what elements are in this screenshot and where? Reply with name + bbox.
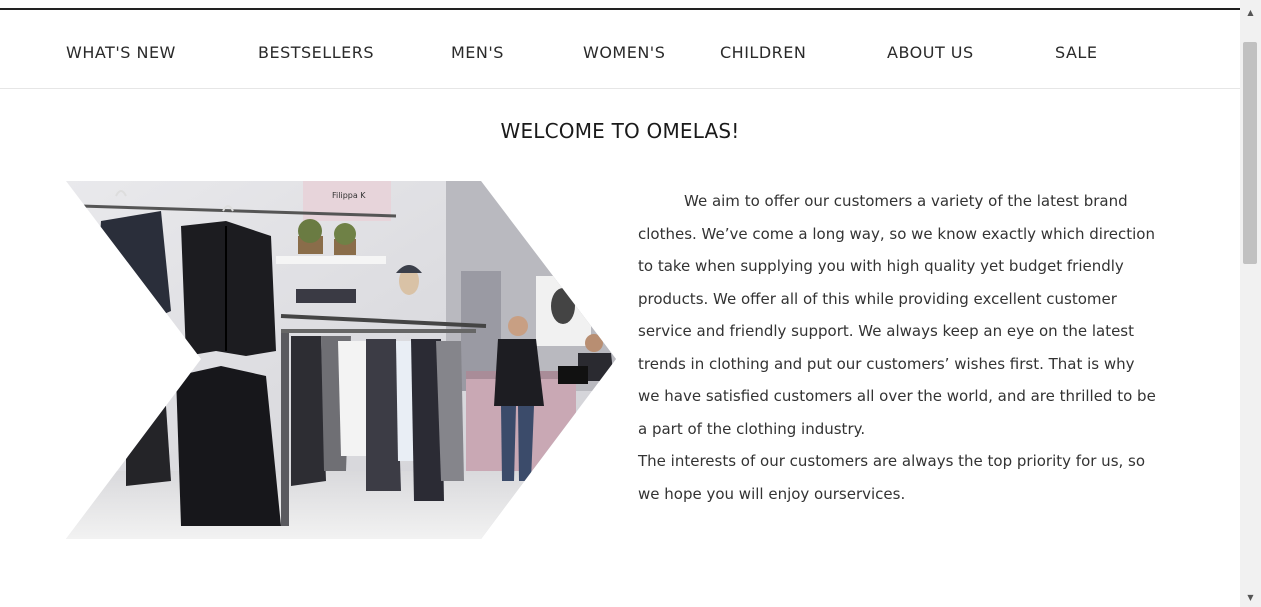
nav-bestsellers[interactable]: BESTSELLERS	[258, 43, 374, 62]
nav-whats-new[interactable]: WHAT'S NEW	[66, 43, 176, 62]
nav-sale[interactable]: SALE	[1055, 43, 1097, 62]
nav-about-us[interactable]: ABOUT US	[887, 43, 974, 62]
welcome-paragraph-1: We aim to offer our customers a variety …	[638, 192, 1156, 438]
store-sign-text: Filippa K	[332, 191, 366, 200]
vertical-scrollbar[interactable]: ▲ ▼	[1240, 0, 1261, 607]
store-image: Filippa K	[66, 181, 616, 539]
triangle-up-icon[interactable]: ▲	[1240, 8, 1261, 22]
main-navigation: WHAT'S NEW BESTSELLERS MEN'S WOMEN'S CHI…	[0, 10, 1240, 89]
page-title: WELCOME TO OMELAS!	[500, 119, 740, 143]
nav-womens[interactable]: WOMEN'S	[583, 43, 665, 62]
scrollbar-thumb[interactable]	[1243, 42, 1257, 264]
nav-children[interactable]: CHILDREN	[720, 43, 806, 62]
welcome-paragraph-2: The interests of our customers are alway…	[638, 452, 1146, 503]
nav-mens[interactable]: MEN'S	[451, 43, 504, 62]
triangle-down-icon[interactable]: ▼	[1240, 593, 1261, 607]
welcome-text: We aim to offer our customers a variety …	[638, 185, 1158, 510]
